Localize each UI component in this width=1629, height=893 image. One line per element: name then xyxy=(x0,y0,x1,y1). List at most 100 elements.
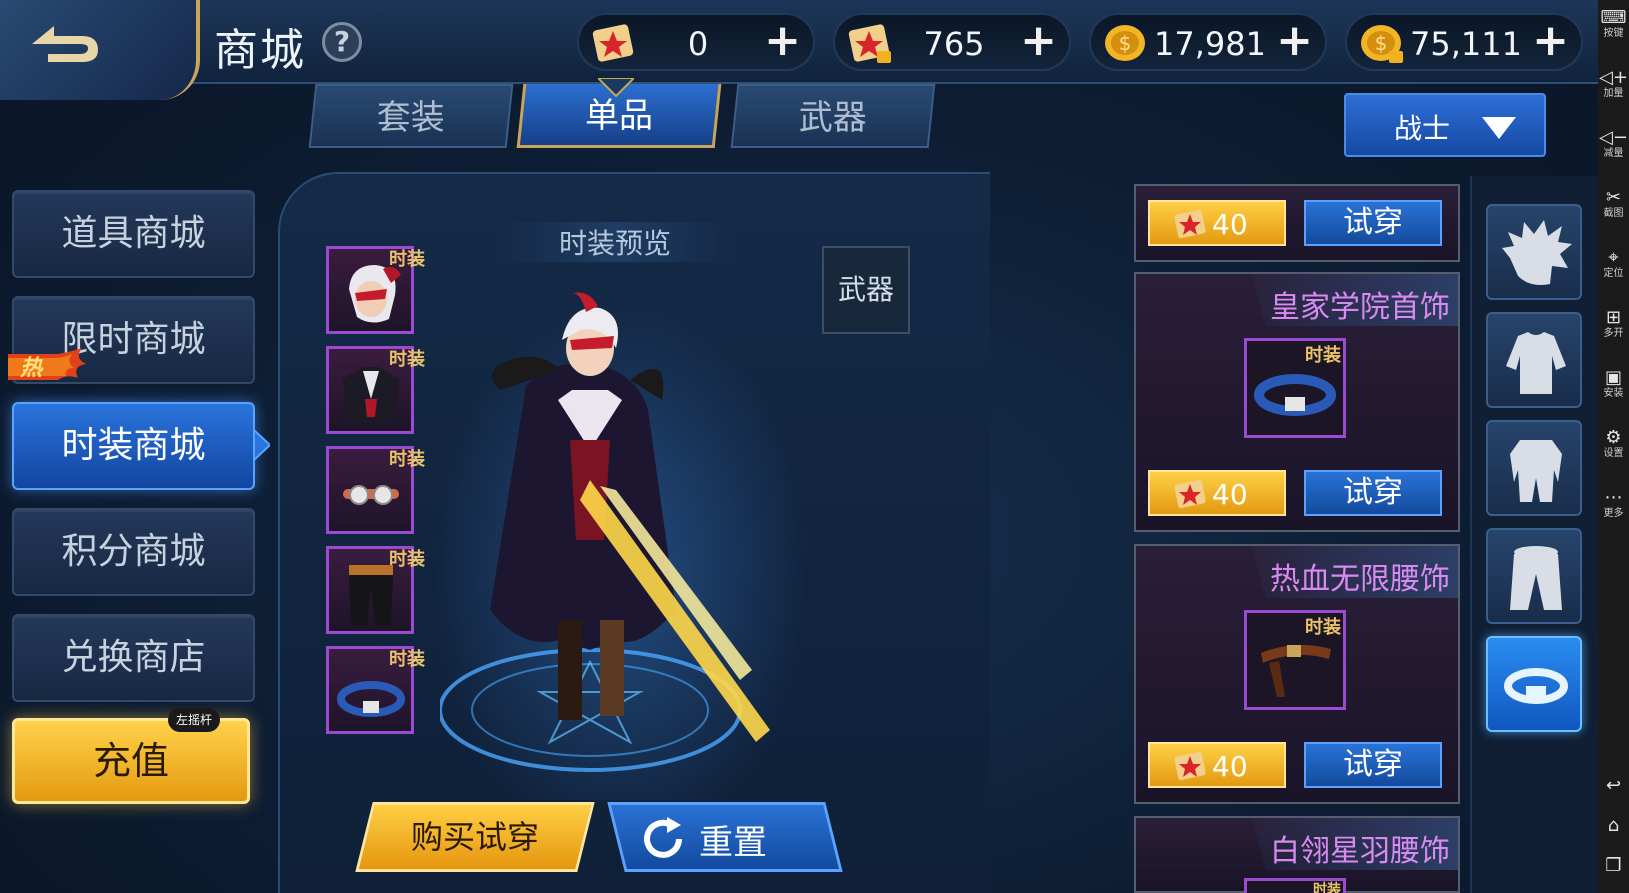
belt-icon xyxy=(337,681,405,717)
active-menu-arrow-icon xyxy=(254,430,270,460)
emu-settings-button[interactable]: ⚙ 设置 xyxy=(1598,428,1629,460)
multi-open-icon: ⊞ xyxy=(1605,307,1622,328)
item-card: 皇家学院首饰 时装 40 试穿 xyxy=(1134,272,1460,532)
item-name: 热血无限腰饰 xyxy=(1270,562,1450,597)
recharge-button[interactable]: 充值 xyxy=(12,718,250,804)
apk-install-icon: ▣ xyxy=(1604,367,1622,388)
volume-down-icon: ◁− xyxy=(1599,127,1628,148)
red-scroll-icon xyxy=(592,24,634,62)
price-button[interactable]: 40 xyxy=(1148,470,1286,516)
reset-label: 重置 xyxy=(699,823,767,863)
emu-location-button[interactable]: ⌖ 定位 xyxy=(1598,248,1629,280)
preview-title: 时装预览 xyxy=(500,222,730,262)
locked-scroll-icon xyxy=(848,24,891,63)
buy-try-on-button[interactable]: 购买试穿 xyxy=(355,802,595,872)
belt-icon xyxy=(1504,668,1568,704)
nav-recents-icon: ❐ xyxy=(1605,855,1622,876)
add-currency-button[interactable]: + xyxy=(1532,19,1569,63)
red-scroll-icon xyxy=(1174,209,1206,239)
more-icon: ⋯ xyxy=(1604,487,1623,508)
body-icon xyxy=(1510,440,1562,502)
emu-screenshot-button[interactable]: ✂ 截图 xyxy=(1598,188,1629,220)
item-thumbnail[interactable]: 时装 xyxy=(1244,610,1346,710)
goggles-icon xyxy=(343,485,399,505)
menu-item-points-shop[interactable]: 积分商城 xyxy=(12,508,255,596)
back-arrow-icon xyxy=(32,26,98,62)
nav-back-icon: ↩ xyxy=(1605,775,1622,796)
gold-coin-icon: $ xyxy=(1105,25,1145,61)
pants-icon xyxy=(349,565,393,625)
back-button[interactable] xyxy=(0,0,200,100)
price-button[interactable]: 40 xyxy=(1148,742,1286,788)
category-belt-button[interactable] xyxy=(1486,636,1582,732)
currency-value: 75,111 xyxy=(1410,25,1522,63)
try-on-button[interactable]: 试穿 xyxy=(1304,742,1442,788)
tab-suits[interactable]: 套装 xyxy=(308,84,514,148)
costume-icon xyxy=(343,367,399,423)
character-preview-art xyxy=(440,292,770,772)
locked-gold-coin-icon: $ xyxy=(1361,25,1403,63)
pants-icon xyxy=(1510,546,1562,610)
help-icon[interactable]: ? xyxy=(322,22,362,62)
menu-item-exchange-shop[interactable]: 兑换商店 xyxy=(12,614,255,702)
emu-volume-down-button[interactable]: ◁− 减量 xyxy=(1598,128,1629,160)
try-on-button[interactable]: 试穿 xyxy=(1304,200,1442,246)
equipped-slot-costume[interactable]: 时装 xyxy=(326,346,425,434)
add-currency-button[interactable]: + xyxy=(1276,19,1313,63)
currency-value: 765 xyxy=(923,25,985,63)
emu-install-button[interactable]: ▣ 安装 xyxy=(1598,368,1629,400)
chevron-down-icon xyxy=(1482,117,1516,139)
item-name: 皇家学院首饰 xyxy=(1270,290,1450,325)
red-scroll-icon xyxy=(1174,751,1206,781)
emu-more-button[interactable]: ⋯ 更多 xyxy=(1598,488,1629,520)
emu-multi-open-button[interactable]: ⊞ 多开 xyxy=(1598,308,1629,340)
active-tab-caret-icon xyxy=(598,78,634,98)
equipped-slot-pants[interactable]: 时装 xyxy=(326,546,425,634)
settings-icon: ⚙ xyxy=(1605,427,1622,448)
emu-home-button[interactable]: ⌂ xyxy=(1598,816,1629,836)
red-scroll-icon xyxy=(1174,479,1206,509)
currency-red-scroll: 0 + xyxy=(577,13,815,71)
location-icon: ⌖ xyxy=(1608,247,1619,268)
currency-value: 0 xyxy=(687,25,709,63)
menu-item-props-shop[interactable]: 道具商城 xyxy=(12,190,255,278)
class-dropdown[interactable]: 战士 xyxy=(1344,93,1546,157)
tab-weapons[interactable]: 武器 xyxy=(730,84,936,148)
category-hair-button[interactable] xyxy=(1486,204,1582,300)
item-card: 40 试穿 xyxy=(1134,184,1460,262)
top-icon xyxy=(1506,332,1566,394)
shop-screen: 商城 ? 0 + 765 + $ 17,981 + $ 75,111 + 套装 … xyxy=(0,0,1629,893)
item-thumbnail[interactable]: 时装 xyxy=(1244,878,1346,893)
equipped-slot-belt[interactable]: 时装 xyxy=(326,646,425,734)
scissors-icon: ✂ xyxy=(1605,187,1622,208)
reset-button[interactable]: 重置 xyxy=(607,802,843,872)
svg-text:$: $ xyxy=(1119,31,1132,55)
add-currency-button[interactable]: + xyxy=(1020,19,1057,63)
price-button[interactable]: 40 xyxy=(1148,200,1286,246)
menu-item-fashion-shop[interactable]: 时装商城 xyxy=(12,402,255,490)
equipped-slot-hair[interactable]: 时装 xyxy=(326,246,425,334)
currency-locked-scroll: 765 + xyxy=(833,13,1071,71)
category-top-button[interactable] xyxy=(1486,312,1582,408)
volume-up-icon: ◁+ xyxy=(1599,67,1628,88)
add-currency-button[interactable]: + xyxy=(764,19,801,63)
emu-keyboard-button[interactable]: ⌨ 按键 xyxy=(1598,8,1629,40)
emu-recents-button[interactable]: ❐ xyxy=(1598,856,1629,876)
emu-volume-up-button[interactable]: ◁+ 加量 xyxy=(1598,68,1629,100)
weapon-toggle-button[interactable]: 武器 xyxy=(822,246,910,334)
try-on-button[interactable]: 试穿 xyxy=(1304,470,1442,516)
equipped-slot-goggles[interactable]: 时装 xyxy=(326,446,425,534)
class-dropdown-value: 战士 xyxy=(1394,112,1451,145)
item-thumbnail[interactable]: 时装 xyxy=(1244,338,1346,438)
hot-badge: 热 xyxy=(8,348,86,384)
currency-locked-gold-coin: $ 75,111 + xyxy=(1345,13,1583,71)
category-body-button[interactable] xyxy=(1486,420,1582,516)
currency-gold-coin: $ 17,981 + xyxy=(1089,13,1327,71)
keyboard-icon: ⌨ xyxy=(1600,7,1627,28)
item-card: 白翎星羽腰饰 时装 xyxy=(1134,816,1460,893)
hair-icon xyxy=(1502,220,1572,285)
item-card: 热血无限腰饰 时装 40 试穿 xyxy=(1134,544,1460,804)
emu-back-button[interactable]: ↩ xyxy=(1598,776,1629,796)
category-pants-button[interactable] xyxy=(1486,528,1582,624)
item-name: 白翎星羽腰饰 xyxy=(1270,834,1450,869)
